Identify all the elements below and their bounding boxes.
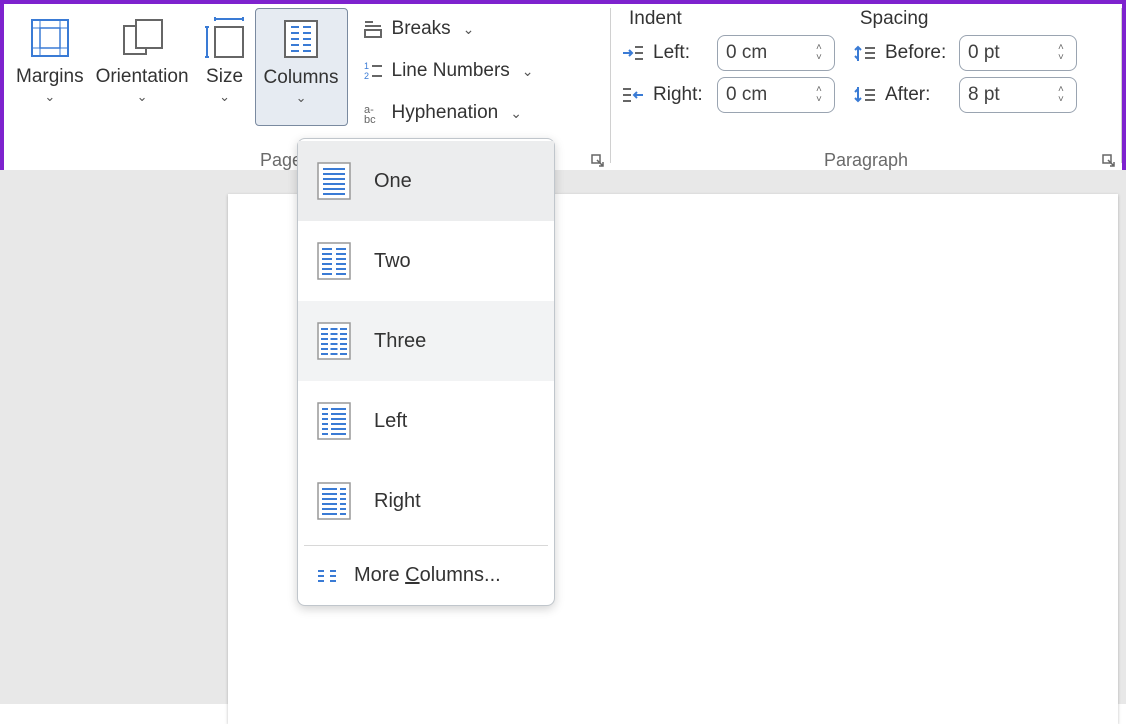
more-columns-label: More Columns... <box>354 564 501 587</box>
spacing-before-label: Before: <box>885 42 951 64</box>
chevron-down-icon: ⌄ <box>137 90 148 103</box>
breaks-button[interactable]: Breaks ⌄ <box>354 8 542 50</box>
line-numbers-label: Line Numbers <box>392 60 510 82</box>
spacing-before-icon <box>853 43 877 63</box>
spacing-after-label: After: <box>885 84 951 106</box>
columns-option-left[interactable]: Left <box>298 381 554 461</box>
right-column-icon <box>316 481 352 521</box>
indent-right-icon <box>621 85 645 105</box>
chevron-down-icon: ⌄ <box>510 106 522 120</box>
chevron-down-icon: ⌄ <box>296 91 307 104</box>
spacing-before-value: 0 pt <box>968 42 1058 64</box>
columns-option-three[interactable]: Three <box>298 301 554 381</box>
indent-heading: Indent <box>623 8 688 30</box>
more-columns-icon <box>316 568 338 584</box>
size-button[interactable]: Size ⌄ <box>195 8 255 126</box>
svg-text:bc: bc <box>364 114 376 124</box>
paragraph-launcher[interactable] <box>1101 153 1117 169</box>
chevron-down-icon: ⌄ <box>522 64 534 78</box>
indent-right-label: Right: <box>653 84 709 106</box>
breaks-icon <box>362 18 384 40</box>
svg-text:2: 2 <box>364 71 369 81</box>
columns-option-three-label: Three <box>374 330 426 353</box>
svg-text:1: 1 <box>364 61 369 71</box>
line-numbers-icon: 1 2 <box>362 60 384 82</box>
chevron-down-icon: ⌄ <box>463 22 475 36</box>
spacing-after-icon <box>853 85 877 105</box>
columns-label: Columns <box>264 67 339 89</box>
columns-button[interactable]: Columns ⌄ <box>255 8 348 126</box>
columns-option-right[interactable]: Right <box>298 461 554 541</box>
line-numbers-button[interactable]: 1 2 Line Numbers ⌄ <box>354 50 542 92</box>
dropdown-separator <box>304 545 548 546</box>
hyphenation-icon: a- bc <box>362 102 384 124</box>
indent-left-value: 0 cm <box>726 42 816 64</box>
margins-button[interactable]: Margins ⌄ <box>10 8 90 126</box>
indent-right-spinbox[interactable]: 0 cm ˄˅ <box>717 77 835 113</box>
orientation-icon <box>118 16 166 60</box>
spin-down[interactable]: ˅ <box>816 95 830 105</box>
one-column-icon <box>316 161 352 201</box>
breaks-label: Breaks <box>392 18 451 40</box>
orientation-button[interactable]: Orientation ⌄ <box>90 8 195 126</box>
indent-left-icon <box>621 43 645 63</box>
page-setup-launcher[interactable] <box>590 153 606 169</box>
margins-icon <box>28 16 72 60</box>
left-column-icon <box>316 401 352 441</box>
spin-down[interactable]: ˅ <box>1058 95 1072 105</box>
columns-option-left-label: Left <box>374 410 407 433</box>
hyphenation-label: Hyphenation <box>392 102 499 124</box>
three-column-icon <box>316 321 352 361</box>
indent-left-label: Left: <box>653 42 709 64</box>
columns-icon <box>281 17 321 61</box>
columns-dropdown: One Two Th <box>297 138 555 606</box>
columns-option-two-label: Two <box>374 250 411 273</box>
chevron-down-icon: ⌄ <box>219 90 230 103</box>
spacing-before-spinbox[interactable]: 0 pt ˄˅ <box>959 35 1077 71</box>
hyphenation-button[interactable]: a- bc Hyphenation ⌄ <box>354 92 542 134</box>
two-column-icon <box>316 241 352 281</box>
paragraph-group-label: Paragraph <box>611 150 1121 171</box>
size-label: Size <box>206 66 243 88</box>
size-icon <box>201 15 249 61</box>
spacing-heading: Spacing <box>854 8 935 30</box>
spacing-after-spinbox[interactable]: 8 pt ˄˅ <box>959 77 1077 113</box>
more-columns-button[interactable]: More Columns... <box>298 550 554 601</box>
columns-option-right-label: Right <box>374 490 421 513</box>
columns-option-one-label: One <box>374 170 412 193</box>
chevron-down-icon: ⌄ <box>44 90 55 103</box>
spacing-after-value: 8 pt <box>968 84 1058 106</box>
spin-down[interactable]: ˅ <box>816 53 830 63</box>
margins-label: Margins <box>16 66 84 88</box>
columns-option-one[interactable]: One <box>298 141 554 221</box>
spin-down[interactable]: ˅ <box>1058 53 1072 63</box>
columns-option-two[interactable]: Two <box>298 221 554 301</box>
indent-left-spinbox[interactable]: 0 cm ˄˅ <box>717 35 835 71</box>
indent-right-value: 0 cm <box>726 84 816 106</box>
orientation-label: Orientation <box>96 66 189 88</box>
